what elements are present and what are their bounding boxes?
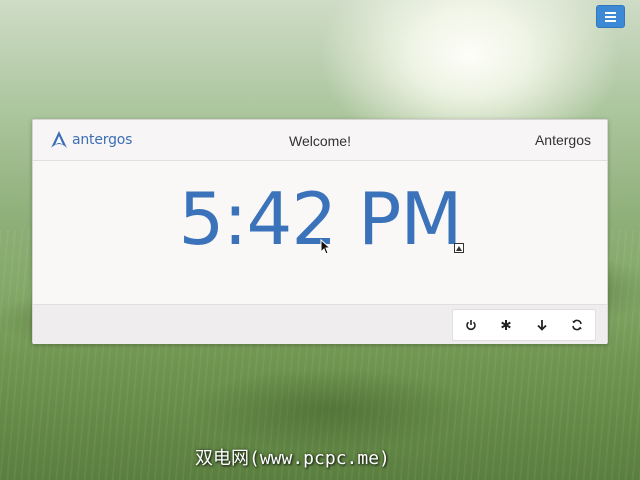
mouse-cursor-icon [320,239,330,255]
asterisk-icon [501,320,512,330]
hamburger-menu-icon [605,11,616,14]
hamburger-menu-icon-bar [605,15,616,18]
clock-area[interactable]: 5:42 PM [33,161,607,304]
system-actions [452,309,596,341]
panel-header: antergos Welcome! Antergos [33,120,607,161]
expand-toggle-icon[interactable] [454,243,464,253]
arrow-down-icon [537,320,547,331]
greeter-panel: antergos Welcome! Antergos 5:42 PM [32,119,608,344]
hibernate-button[interactable] [562,312,592,338]
shutdown-button[interactable] [456,312,486,338]
suspend-button[interactable] [527,312,557,338]
restart-button[interactable] [491,312,521,338]
menu-button[interactable] [596,5,625,28]
welcome-title: Welcome! [289,133,351,149]
watermark: 双电网(www.pcpc.me) [195,448,390,469]
power-icon [465,320,476,331]
refresh-icon [572,319,583,331]
panel-footer [33,304,607,344]
hostname: Antergos [534,132,591,148]
hamburger-menu-icon-bar [605,19,616,22]
